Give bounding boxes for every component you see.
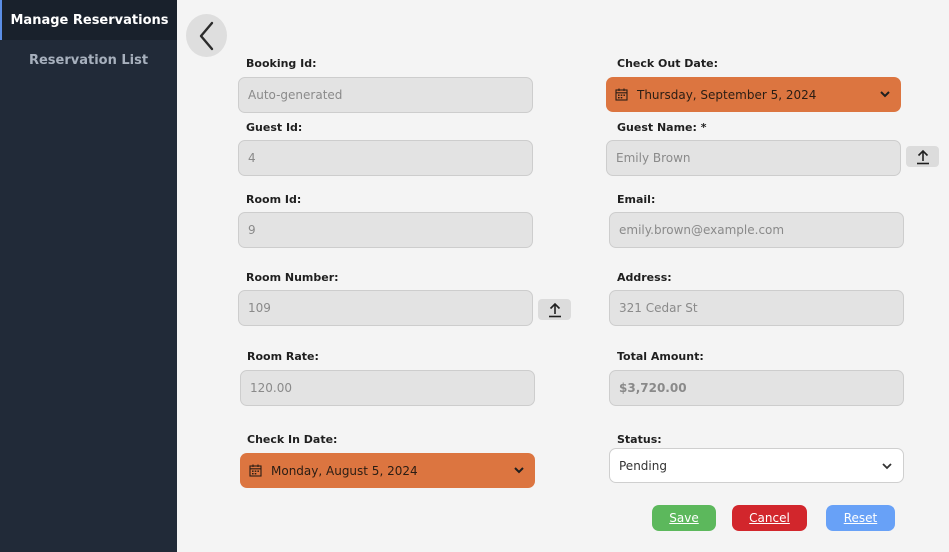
room-number-label: Room Number: bbox=[246, 271, 339, 284]
calendar-icon bbox=[615, 88, 628, 101]
room-rate-field[interactable]: 120.00 bbox=[240, 370, 535, 406]
check-in-date-label: Check In Date: bbox=[247, 433, 338, 446]
room-number-upload-button[interactable] bbox=[538, 299, 571, 320]
check-in-date-picker[interactable]: Monday, August 5, 2024 bbox=[240, 453, 535, 488]
back-button[interactable] bbox=[186, 14, 227, 57]
cancel-button[interactable]: Cancel bbox=[732, 505, 807, 531]
email-field[interactable]: emily.brown@example.com bbox=[609, 212, 904, 248]
guest-name-upload-button[interactable] bbox=[906, 146, 939, 167]
address-field[interactable]: 321 Cedar St bbox=[609, 290, 904, 326]
check-out-date-label: Check Out Date: bbox=[617, 57, 718, 70]
calendar-icon bbox=[249, 464, 262, 477]
status-value: Pending bbox=[619, 458, 667, 473]
booking-id-label: Booking Id: bbox=[246, 57, 317, 70]
guest-id-field[interactable]: 4 bbox=[238, 140, 533, 176]
check-out-date-picker[interactable]: Thursday, September 5, 2024 bbox=[606, 77, 901, 112]
guest-name-label: Guest Name: * bbox=[617, 121, 707, 134]
guest-id-label: Guest Id: bbox=[246, 121, 303, 134]
save-button[interactable]: Save bbox=[652, 505, 716, 531]
sidebar-item-reservation-list[interactable]: Reservation List bbox=[0, 40, 177, 80]
room-rate-label: Room Rate: bbox=[247, 350, 319, 363]
room-id-field[interactable]: 9 bbox=[238, 212, 533, 248]
total-amount-label: Total Amount: bbox=[617, 350, 704, 363]
status-label: Status: bbox=[617, 433, 662, 446]
sidebar-item-label: Reservation List bbox=[28, 52, 149, 68]
sidebar-item-manage-reservations[interactable]: Manage Reservations bbox=[0, 0, 177, 40]
check-in-date-value: Monday, August 5, 2024 bbox=[271, 463, 418, 478]
upload-icon bbox=[916, 149, 929, 164]
status-select[interactable]: Pending bbox=[609, 448, 904, 483]
chevron-left-icon bbox=[199, 21, 213, 50]
email-label: Email: bbox=[617, 193, 656, 206]
sidebar-item-label: Manage Reservations bbox=[10, 12, 169, 28]
upload-icon bbox=[548, 302, 561, 317]
address-label: Address: bbox=[617, 271, 672, 284]
sidebar: Manage Reservations Reservation List bbox=[0, 0, 177, 552]
check-out-date-value: Thursday, September 5, 2024 bbox=[637, 87, 817, 102]
guest-name-field[interactable]: Emily Brown bbox=[606, 140, 901, 176]
room-id-label: Room Id: bbox=[246, 193, 302, 206]
room-number-field[interactable]: 109 bbox=[238, 290, 533, 326]
booking-id-field[interactable]: Auto-generated bbox=[238, 77, 533, 113]
chevron-down-icon bbox=[881, 460, 893, 472]
chevron-down-icon bbox=[879, 88, 891, 100]
chevron-down-icon bbox=[513, 464, 525, 476]
total-amount-field[interactable]: $3,720.00 bbox=[609, 370, 904, 406]
reset-button[interactable]: Reset bbox=[826, 505, 895, 531]
